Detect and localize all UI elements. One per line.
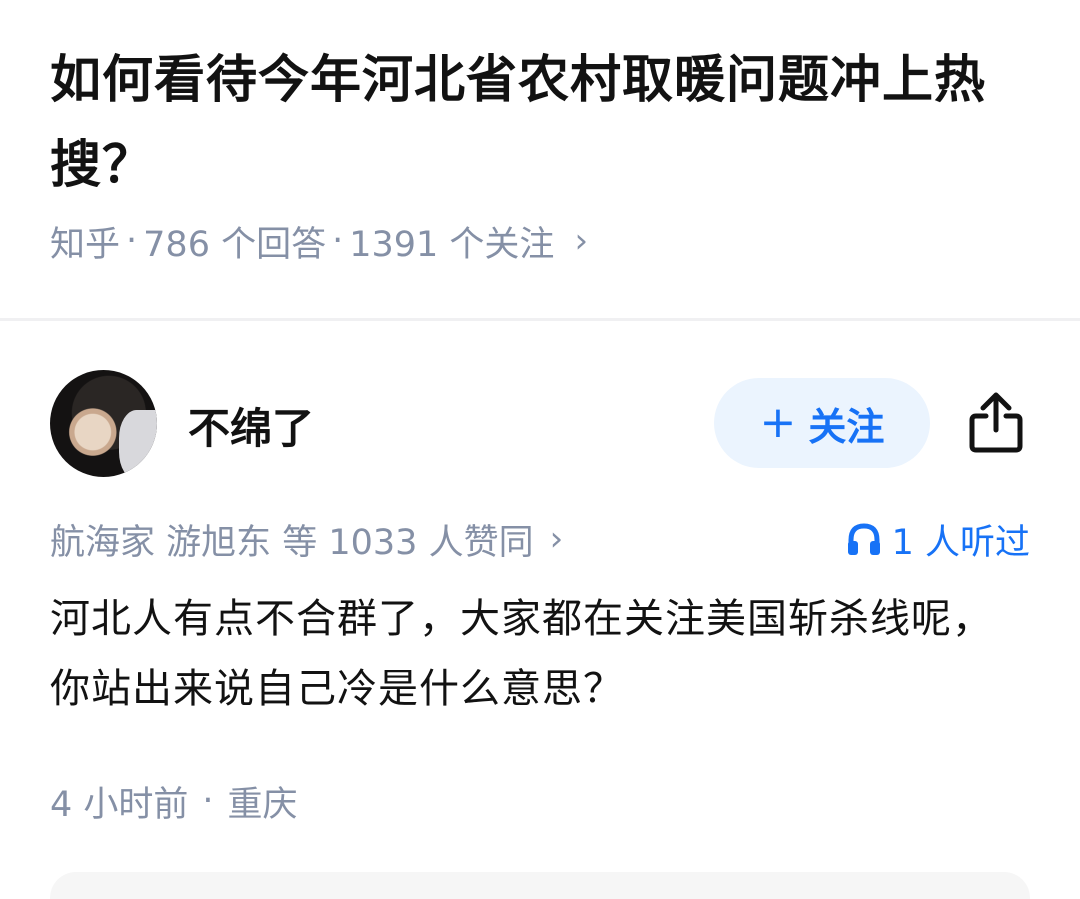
upvote-text: 航海家 游旭东 等 1033 人赞同 <box>50 522 534 563</box>
source-label: 知乎 <box>50 224 121 265</box>
plus-icon: + <box>759 397 797 448</box>
upvote-summary[interactable]: 航海家 游旭东 等 1033 人赞同 › <box>50 512 563 566</box>
answer-location: 重庆 <box>227 784 298 825</box>
answer-meta: 4 小时前 · 重庆 <box>50 774 298 828</box>
follow-button[interactable]: + 关注 <box>714 378 930 468</box>
chevron-right-icon: › <box>574 221 589 261</box>
meta-separator: · <box>332 221 344 261</box>
answer-count: 786 个回答 <box>143 224 327 265</box>
answer-content[interactable]: 河北人有点不合群了，大家都在关注美国斩杀线呢，你站出来说自己冷是什么意思？ <box>50 584 1030 724</box>
meta-separator: · <box>126 221 138 261</box>
meta-separator: · <box>202 781 214 821</box>
question-meta[interactable]: 知乎 · 786 个回答 · 1391 个关注 › <box>50 214 588 268</box>
avatar[interactable] <box>50 370 157 477</box>
share-icon[interactable] <box>966 390 1026 454</box>
listen-text: 1 人听过 <box>891 522 1030 563</box>
comment-card <box>50 872 1030 899</box>
listen-count[interactable]: 1 人听过 <box>846 512 1030 566</box>
follow-count: 1391 个关注 <box>349 224 555 265</box>
answer-time: 4 小时前 <box>50 784 189 825</box>
follow-label: 关注 <box>808 404 885 449</box>
question-title: 如何看待今年河北省农村取暖问题冲上热搜？ <box>50 51 987 195</box>
chevron-right-icon: › <box>549 519 564 559</box>
section-divider <box>0 318 1080 321</box>
headphones-icon <box>847 523 880 555</box>
author-name[interactable]: 不绵了 <box>188 395 314 456</box>
